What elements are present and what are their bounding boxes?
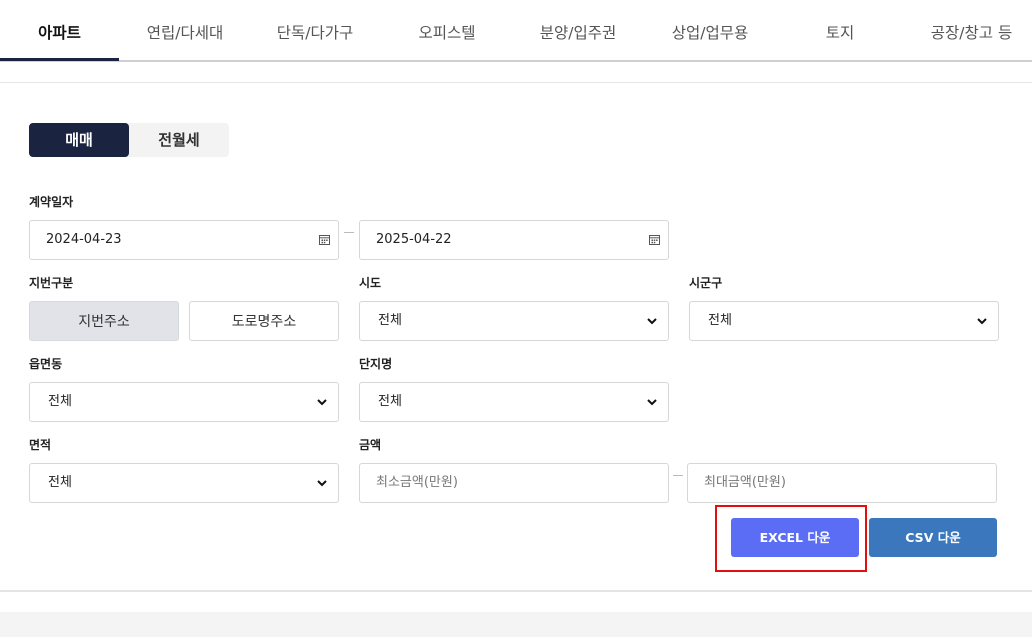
calendar-icon[interactable] [319, 234, 330, 245]
trade-sale-button[interactable]: 매매 [29, 123, 129, 157]
area-label: 면적 [29, 438, 52, 452]
tab-apartment[interactable]: 아파트 [0, 0, 119, 62]
price-min-input[interactable]: 최소금액(만원) [359, 463, 669, 503]
complex-value: 전체 [378, 394, 402, 409]
date-range-dash [344, 232, 354, 233]
active-tab-indicator [0, 58, 119, 61]
tab-land[interactable]: 토지 [780, 0, 900, 62]
eupmyeondong-select[interactable]: 전체 [29, 382, 339, 422]
csv-download-button[interactable]: CSV 다운 [869, 518, 997, 557]
tab-officetel[interactable]: 오피스텔 [387, 0, 507, 62]
contract-date-from-input[interactable]: 2024-04-23 [29, 220, 339, 260]
tab-house[interactable]: 단독/다가구 [255, 0, 375, 62]
sido-label: 시도 [359, 276, 382, 290]
footer-band [0, 612, 1032, 637]
area-value: 전체 [48, 475, 72, 490]
contract-date-from-value: 2024-04-23 [46, 232, 122, 247]
tab-factory[interactable]: 공장/창고 등 [911, 0, 1032, 62]
chevron-down-icon [647, 318, 657, 325]
complex-label: 단지명 [359, 357, 393, 371]
sido-value: 전체 [378, 313, 402, 328]
road-address-button[interactable]: 도로명주소 [189, 301, 339, 341]
eupmyeondong-label: 읍면동 [29, 357, 63, 371]
sigungu-select[interactable]: 전체 [689, 301, 999, 341]
trade-type-toggle: 매매 전월세 [29, 123, 229, 157]
contract-date-to-input[interactable]: 2025-04-22 [359, 220, 669, 260]
tab-presale[interactable]: 분양/입주권 [518, 0, 638, 62]
complex-select[interactable]: 전체 [359, 382, 669, 422]
price-max-placeholder: 최대금액(만원) [704, 475, 786, 490]
panel-bottom-border [0, 590, 1032, 592]
chevron-down-icon [977, 318, 987, 325]
eupmyeondong-value: 전체 [48, 394, 72, 409]
section-divider [0, 82, 1032, 83]
category-tabs: 아파트 연립/다세대 단독/다가구 오피스텔 분양/입주권 상업/업무용 토지 … [0, 0, 1032, 62]
tab-villa[interactable]: 연립/다세대 [125, 0, 245, 62]
chevron-down-icon [317, 480, 327, 487]
price-min-placeholder: 최소금액(만원) [376, 475, 458, 490]
price-max-input[interactable]: 최대금액(만원) [687, 463, 997, 503]
contract-date-label: 계약일자 [29, 195, 74, 209]
area-select[interactable]: 전체 [29, 463, 339, 503]
chevron-down-icon [647, 399, 657, 406]
contract-date-to-value: 2025-04-22 [376, 232, 452, 247]
sigungu-label: 시군구 [689, 276, 723, 290]
price-label: 금액 [359, 438, 382, 452]
lot-address-button[interactable]: 지번주소 [29, 301, 179, 341]
price-range-dash [673, 475, 683, 476]
chevron-down-icon [317, 399, 327, 406]
sido-select[interactable]: 전체 [359, 301, 669, 341]
calendar-icon[interactable] [649, 234, 660, 245]
lot-type-label: 지번구분 [29, 276, 74, 290]
trade-rent-button[interactable]: 전월세 [129, 123, 229, 157]
sigungu-value: 전체 [708, 313, 732, 328]
excel-download-button[interactable]: EXCEL 다운 [731, 518, 859, 557]
tab-commercial[interactable]: 상업/업무용 [650, 0, 770, 62]
